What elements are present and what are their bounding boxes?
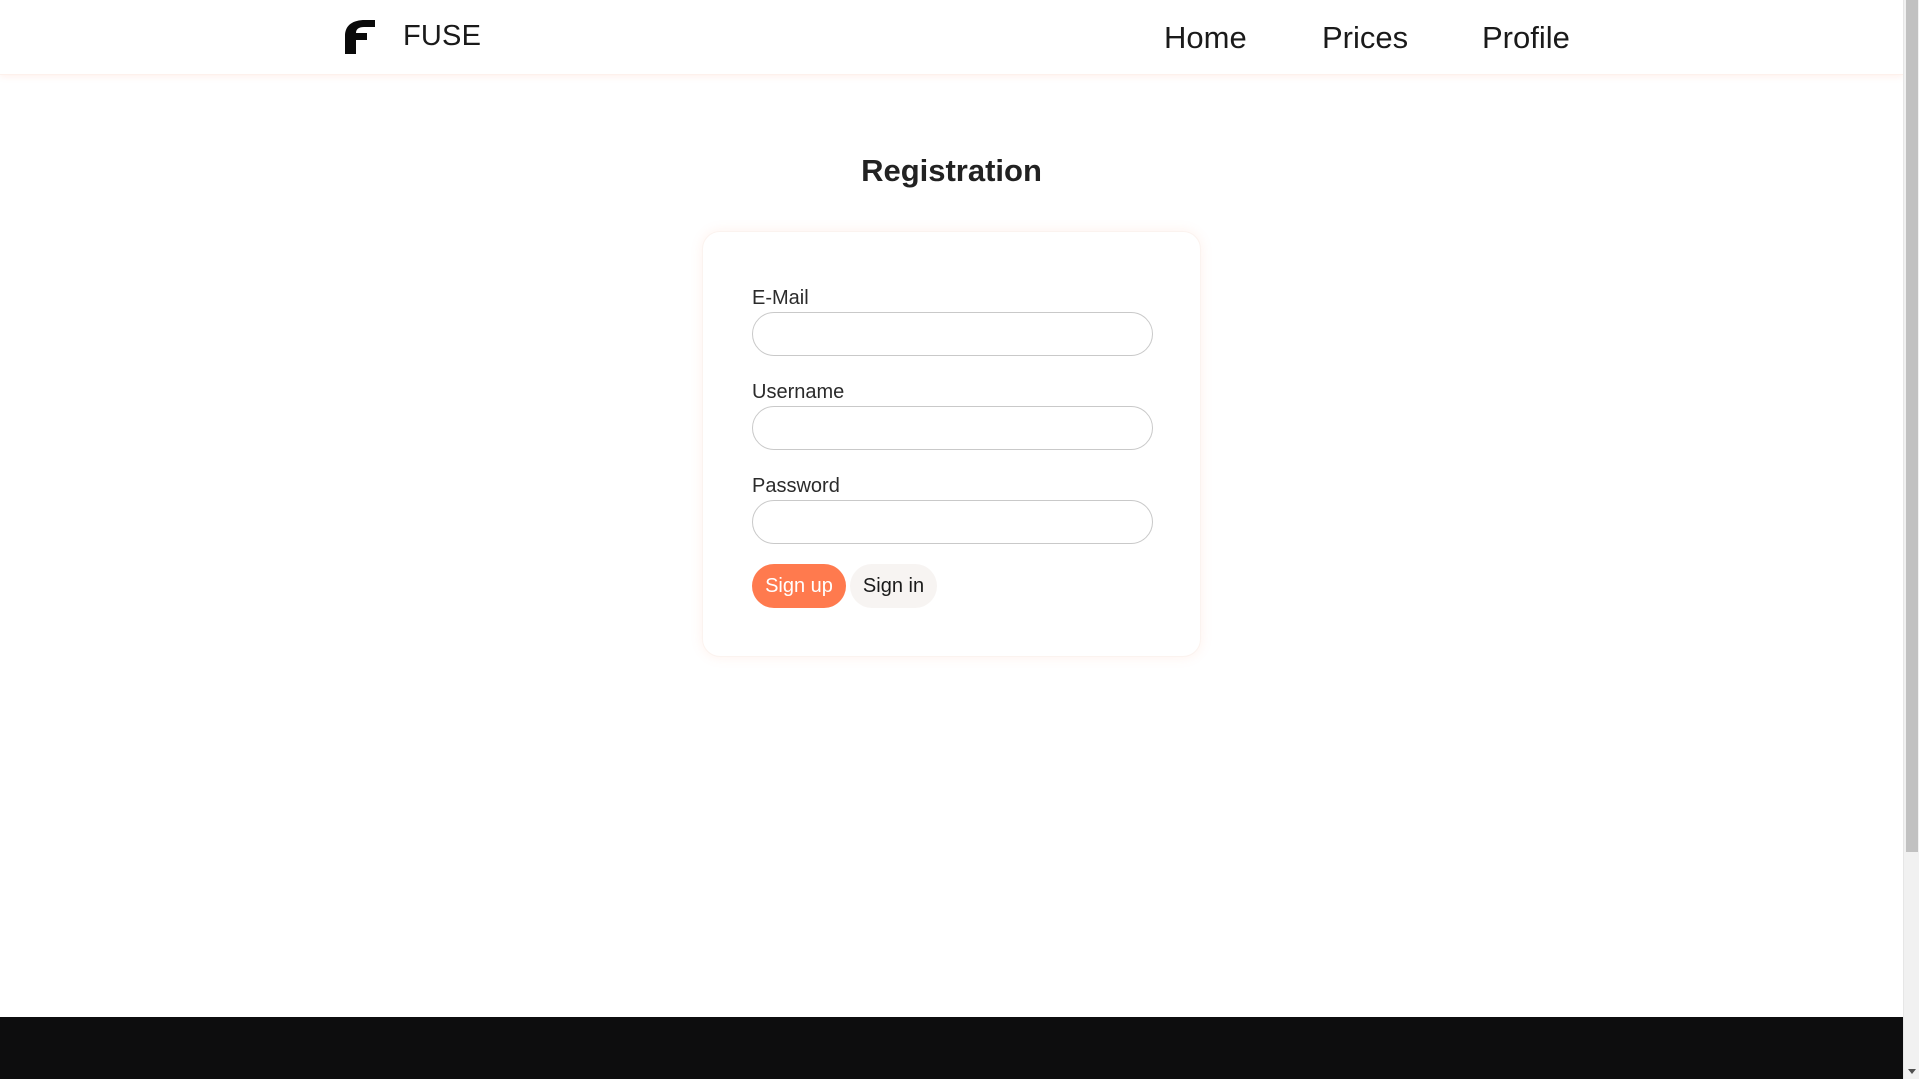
brand[interactable]: FUSE	[343, 18, 481, 54]
password-label: Password	[752, 475, 840, 497]
page-footer	[0, 1017, 1903, 1079]
registration-card: E-Mail Username Password Sign up Sign in	[702, 231, 1201, 657]
sign-up-button[interactable]: Sign up	[752, 564, 846, 608]
fuse-logo-icon	[345, 20, 375, 54]
scrollbar-thumb[interactable]	[1906, 0, 1918, 852]
scroll-down-arrow-icon[interactable]	[1904, 1063, 1919, 1079]
top-navbar: FUSE Home Prices Profile	[0, 0, 1903, 75]
username-label: Username	[752, 381, 845, 403]
brand-name: FUSE	[403, 19, 482, 52]
page-title: Registration	[861, 153, 1042, 188]
vertical-scrollbar[interactable]	[1903, 0, 1919, 1079]
app-viewport: FUSE Home Prices Profile Registration E-…	[0, 0, 1919, 1079]
sign-in-button[interactable]: Sign in	[850, 564, 937, 608]
password-field[interactable]	[752, 500, 1153, 544]
username-field[interactable]	[752, 406, 1153, 450]
nav-home[interactable]: Home	[1164, 20, 1247, 56]
nav-profile[interactable]: Profile	[1482, 20, 1570, 56]
email-field[interactable]	[752, 312, 1153, 356]
nav-prices[interactable]: Prices	[1322, 20, 1408, 56]
email-label: E-Mail	[752, 287, 809, 309]
